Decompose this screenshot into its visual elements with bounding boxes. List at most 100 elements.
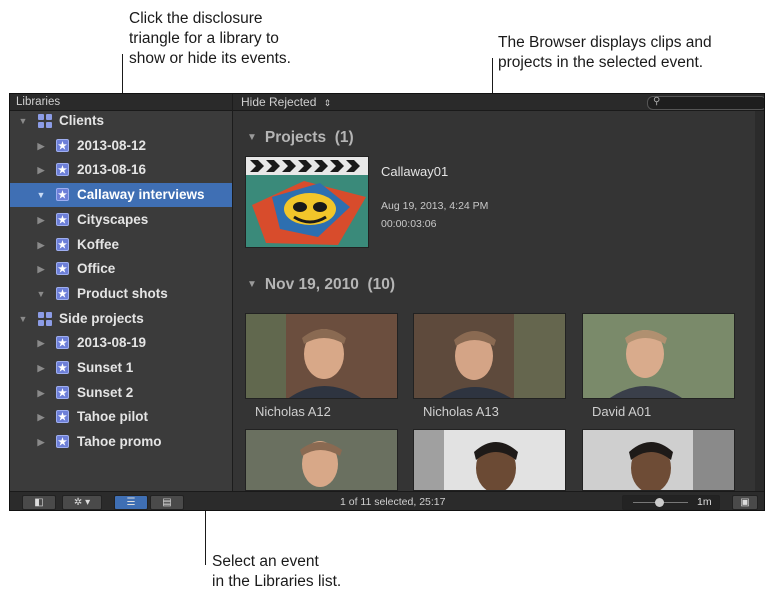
project-thumbnail[interactable] [245, 156, 369, 248]
clip-thumbnail[interactable] [582, 429, 735, 491]
event-star-icon: ★ [56, 286, 69, 300]
callout-line: show or hide its events. [129, 50, 291, 67]
library-row[interactable]: ▼ Side projects [10, 307, 232, 331]
event-row[interactable]: ▶ ★ 2013-08-19 [10, 331, 232, 355]
person-thumbnail-icon [414, 430, 565, 490]
callout-disclosure: Click the disclosure triangle for a libr… [129, 9, 291, 69]
clip-thumbnail[interactable] [413, 429, 566, 491]
clip-label: David A01 [592, 404, 652, 419]
browser-header: Hide Rejected ⇕ ⚲ [233, 94, 764, 111]
event-row[interactable]: ▶ ★ Sunset 2 [10, 381, 232, 405]
libraries-sidebar: Libraries ▼ Clients ▶ ★ 2013-08-12 ▶ ★ 2013-08-… [10, 94, 233, 491]
sidebar-toggle-icon: ◧ [34, 497, 44, 508]
disclosure-triangle-icon[interactable]: ▶ [36, 257, 46, 281]
disclosure-triangle-icon[interactable]: ▼ [18, 307, 28, 331]
disclosure-triangle-icon[interactable]: ▼ [247, 279, 257, 290]
event-row[interactable]: ▶ ★ Tahoe pilot [10, 405, 232, 429]
tree-item-label: Koffee [77, 236, 120, 252]
disclosure-triangle-icon[interactable]: ▶ [36, 134, 46, 158]
event-row[interactable]: ▶ ★ Sunset 1 [10, 356, 232, 380]
person-thumbnail-icon [246, 314, 397, 398]
person-thumbnail-icon [583, 430, 734, 490]
list-view-button[interactable]: ▤ [150, 495, 184, 510]
clip-label: Nicholas A12 [255, 404, 331, 419]
clip-label: Nicholas A13 [423, 404, 499, 419]
disclosure-triangle-icon[interactable]: ▶ [36, 331, 46, 355]
clip-thumbnail[interactable] [245, 313, 398, 399]
selection-status: 1 of 11 selected, 25:17 [340, 496, 446, 508]
event-row[interactable]: ▶ ★ Office [10, 257, 232, 281]
tree-item-label: 2013-08-12 [77, 137, 147, 153]
library-icon [38, 311, 52, 326]
event-row[interactable]: ▶ ★ Cityscapes [10, 208, 232, 232]
disclosure-triangle-icon[interactable]: ▶ [36, 356, 46, 380]
callout-select-event: Select an event in the Libraries list. [212, 552, 341, 592]
zoom-slider[interactable]: 1m [622, 495, 720, 510]
event-star-icon: ★ [56, 336, 69, 350]
tree-item-label: 2013-08-16 [77, 162, 147, 178]
disclosure-triangle-icon[interactable]: ▶ [36, 208, 46, 232]
disclosure-triangle-icon[interactable]: ▼ [36, 282, 46, 306]
event-row[interactable]: ▶ ★ Tahoe promo [10, 430, 232, 454]
disclosure-triangle-icon[interactable]: ▶ [36, 430, 46, 454]
event-star-icon: ★ [56, 188, 69, 202]
event-row[interactable]: ▶ ★ 2013-08-12 [10, 134, 232, 158]
disclosure-triangle-icon[interactable]: ▼ [247, 132, 257, 143]
person-thumbnail-icon [246, 430, 397, 490]
browser-scrollbar[interactable] [755, 111, 764, 491]
filter-label: Hide Rejected [241, 95, 317, 109]
callout-line: in the Libraries list. [212, 573, 342, 590]
section-title: Nov 19, 2010 [264, 276, 359, 293]
projects-section-header[interactable]: ▼ Projects (1) [247, 129, 354, 147]
event-row[interactable]: ▶ ★ 2013-08-16 [10, 158, 232, 182]
disclosure-triangle-icon[interactable]: ▶ [36, 233, 46, 257]
slider-knob[interactable] [655, 498, 664, 507]
callout-line: Click the disclosure [129, 10, 263, 27]
disclosure-triangle-icon[interactable]: ▼ [36, 183, 46, 207]
tree-item-label: 2013-08-19 [77, 335, 147, 351]
tree-item-label: Callaway interviews [77, 187, 205, 203]
search-icon: ⚲ [653, 96, 661, 107]
callout-line: The Browser displays clips and [498, 34, 712, 51]
list-view-icon: ▤ [162, 497, 172, 508]
event-row[interactable]: ▼ ★ Product shots [10, 282, 232, 306]
tree-item-label: Office [77, 261, 116, 277]
browser-panel: Hide Rejected ⇕ ⚲ ▼ Projects (1) Callawa… [233, 94, 764, 491]
bottom-toolbar: ◧ ✲ ▾ ☰ ▤ 1 of 11 selected, 25:17 1m ▣ [10, 491, 764, 510]
filmstrip-view-button[interactable]: ☰ [114, 495, 148, 510]
event-star-icon: ★ [56, 410, 69, 424]
tree-item-label: Product shots [77, 285, 168, 301]
library-row[interactable]: ▼ Clients [10, 109, 232, 133]
event-star-icon: ★ [56, 212, 69, 226]
event-row[interactable]: ▶ ★ Koffee [10, 233, 232, 257]
event-star-icon: ★ [56, 237, 69, 251]
disclosure-triangle-icon[interactable]: ▶ [36, 381, 46, 405]
hide-rejected-dropdown[interactable]: Hide Rejected ⇕ [241, 95, 331, 109]
tree-item-label: Sunset 2 [77, 384, 134, 400]
sidebar-toggle-button[interactable]: ◧ [22, 495, 56, 510]
callout-browser: The Browser displays clips and projects … [498, 33, 712, 73]
tree-item-label: Cityscapes [77, 211, 149, 227]
section-title: Projects [264, 129, 327, 146]
event-row[interactable]: ▼ ★ Callaway interviews [10, 183, 232, 208]
event-star-icon: ★ [56, 262, 69, 276]
gear-icon: ✲ ▾ [73, 497, 91, 508]
clip-thumbnail[interactable] [582, 313, 735, 399]
disclosure-triangle-icon[interactable]: ▶ [36, 158, 46, 182]
search-input[interactable]: ⚲ [647, 96, 764, 110]
clip-appearance-button[interactable]: ▣ [732, 495, 758, 510]
clips-section-header[interactable]: ▼ Nov 19, 2010 (10) [247, 276, 395, 294]
zoom-duration: 1m [697, 496, 712, 508]
project-date: Aug 19, 2013, 4:24 PM [381, 200, 489, 212]
filmstrip-icon: ▣ [740, 497, 750, 508]
clip-thumbnail[interactable] [245, 429, 398, 491]
disclosure-triangle-icon[interactable]: ▼ [18, 109, 28, 133]
clip-thumbnail[interactable] [413, 313, 566, 399]
disclosure-triangle-icon[interactable]: ▶ [36, 405, 46, 429]
tree-item-label: Tahoe promo [77, 434, 162, 450]
project-name: Callaway01 [381, 164, 449, 179]
event-star-icon: ★ [56, 435, 69, 449]
action-menu-button[interactable]: ✲ ▾ [62, 495, 102, 510]
tree-item-label: Side projects [59, 310, 144, 326]
clapperboard-thumbnail-icon [246, 157, 368, 247]
